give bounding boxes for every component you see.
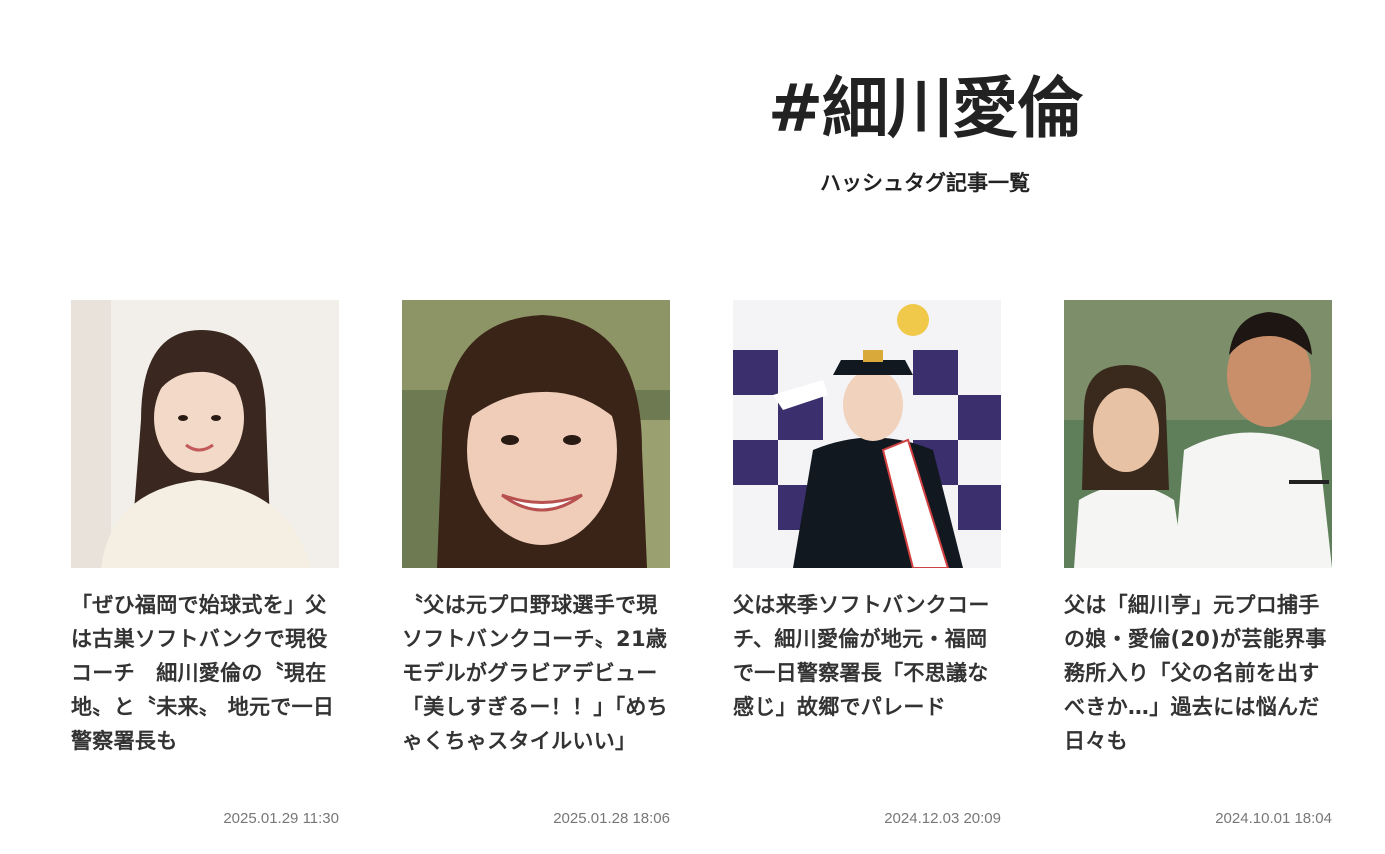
- article-title[interactable]: 〝父は元プロ野球選手で現ソフトバンクコーチ〟21歳モデルがグラビアデビュー「美し…: [402, 588, 670, 758]
- article-date: 2024.10.01 18:04: [1215, 810, 1332, 827]
- article-thumbnail[interactable]: [402, 300, 670, 568]
- article-card[interactable]: 父は来季ソフトバンクコーチ、細川愛倫が地元・福岡で一日警察署長「不思議な感じ」故…: [733, 300, 1001, 840]
- article-thumbnail[interactable]: [71, 300, 339, 568]
- article-title[interactable]: 父は「細川亨」元プロ捕手の娘・愛倫(20)が芸能界事務所入り「父の名前を出すべき…: [1064, 588, 1332, 758]
- article-title[interactable]: 父は来季ソフトバンクコーチ、細川愛倫が地元・福岡で一日警察署長「不思議な感じ」故…: [733, 588, 1001, 724]
- article-date: 2025.01.29 11:30: [223, 810, 339, 827]
- hashtag-page: #細川愛倫 ハッシュタグ記事一覧 「ぜひ福岡で始球式を」父は古巣ソフトバンクで現…: [0, 0, 1385, 854]
- article-card[interactable]: 「ぜひ福岡で始球式を」父は古巣ソフトバンクで現役コーチ 細川愛倫の〝現在地〟と〝…: [71, 300, 339, 840]
- article-card[interactable]: 〝父は元プロ野球選手で現ソフトバンクコーチ〟21歳モデルがグラビアデビュー「美し…: [402, 300, 670, 840]
- page-header: #細川愛倫 ハッシュタグ記事一覧: [460, 68, 1385, 198]
- article-grid: 「ぜひ福岡で始球式を」父は古巣ソフトバンクで現役コーチ 細川愛倫の〝現在地〟と〝…: [71, 300, 1332, 840]
- article-title[interactable]: 「ぜひ福岡で始球式を」父は古巣ソフトバンクで現役コーチ 細川愛倫の〝現在地〟と〝…: [71, 588, 339, 758]
- article-thumbnail[interactable]: [1064, 300, 1332, 568]
- article-date: 2024.12.03 20:09: [884, 810, 1001, 827]
- article-date: 2025.01.28 18:06: [553, 810, 670, 827]
- page-title: #細川愛倫: [767, 70, 1083, 147]
- page-subtitle: ハッシュタグ記事一覧: [820, 171, 1030, 195]
- article-thumbnail[interactable]: [733, 300, 1001, 568]
- article-card[interactable]: 父は「細川亨」元プロ捕手の娘・愛倫(20)が芸能界事務所入り「父の名前を出すべき…: [1064, 300, 1332, 840]
